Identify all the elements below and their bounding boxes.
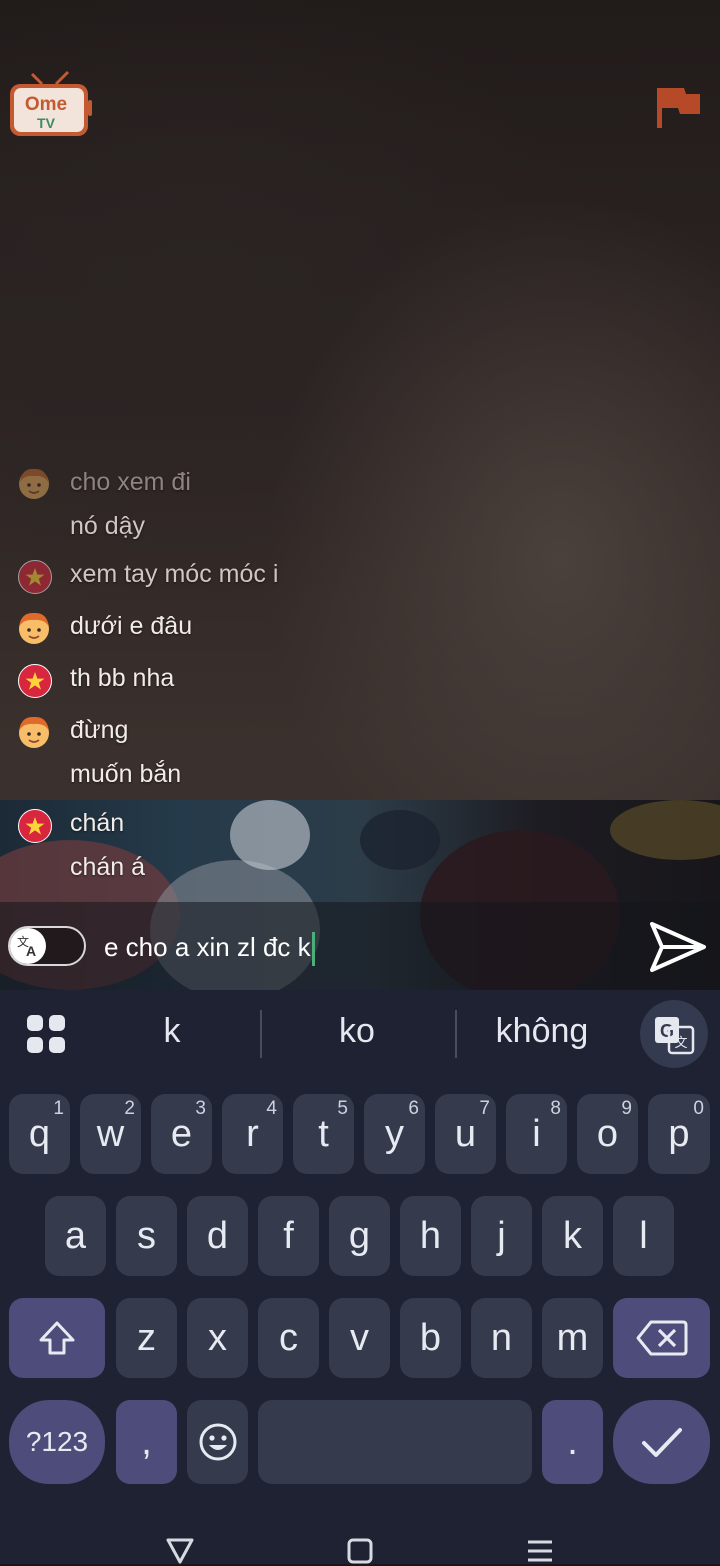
chat-message: chán á [70, 853, 146, 881]
translate-icon: 文 A [10, 928, 46, 964]
soft-keyboard: k ko không G 文 q1 w2 e3 r4 t5 y6 u7 i8 o… [0, 990, 720, 1500]
chat-message-input[interactable]: e cho a xin zl đc k [104, 928, 624, 967]
key-d[interactable]: d [187, 1196, 248, 1276]
system-nav-bar [0, 1500, 720, 1564]
message-input-bar: 文 A e cho a xin zl đc k [0, 902, 720, 990]
chat-message: muốn bắn [70, 760, 182, 788]
suggestion-divider [260, 1010, 262, 1058]
key-y[interactable]: y6 [364, 1094, 425, 1174]
nav-recents-icon[interactable] [525, 1536, 555, 1566]
key-c[interactable]: c [258, 1298, 319, 1378]
key-a[interactable]: a [45, 1196, 106, 1276]
shift-key[interactable] [9, 1298, 105, 1378]
suggestion-item[interactable]: không [452, 1012, 632, 1051]
logo-text-bottom: TV [37, 115, 56, 131]
backspace-icon [636, 1320, 687, 1356]
space-key[interactable] [258, 1400, 532, 1484]
key-e[interactable]: e3 [151, 1094, 212, 1174]
key-g[interactable]: g [329, 1196, 390, 1276]
key-j[interactable]: j [471, 1196, 532, 1276]
send-icon[interactable] [646, 916, 708, 978]
vietnam-flag-icon [18, 664, 52, 698]
key-b[interactable]: b [400, 1298, 461, 1378]
vietnam-flag-icon [18, 560, 52, 594]
key-s[interactable]: s [116, 1196, 177, 1276]
key-v[interactable]: v [329, 1298, 390, 1378]
key-n[interactable]: n [471, 1298, 532, 1378]
emoji-icon [199, 1423, 236, 1461]
svg-text:文: 文 [674, 1036, 687, 1051]
text-caret [311, 932, 315, 967]
backspace-key[interactable] [613, 1298, 710, 1378]
key-w[interactable]: w2 [80, 1094, 141, 1174]
chat-message: cho xem đi [70, 468, 191, 496]
key-h[interactable]: h [400, 1196, 461, 1276]
suggestion-bar: k ko không G 文 [0, 990, 720, 1078]
ome-tv-logo: Ome TV [10, 70, 92, 136]
boy-avatar-icon [19, 468, 49, 499]
vietnam-flag-icon [18, 809, 52, 843]
chat-message: chán [70, 809, 125, 837]
key-o[interactable]: o9 [577, 1094, 638, 1174]
svg-text:G: G [660, 1021, 674, 1041]
nav-home-icon[interactable] [345, 1536, 375, 1566]
google-translate-icon[interactable]: G 文 [640, 1000, 708, 1068]
comma-key[interactable]: , [116, 1400, 177, 1484]
chat-message: dưới e đâu [70, 612, 193, 640]
suggestion-item[interactable]: ko [267, 1012, 447, 1051]
key-t[interactable]: t5 [293, 1094, 354, 1174]
key-f[interactable]: f [258, 1196, 319, 1276]
key-m[interactable]: m [542, 1298, 603, 1378]
shift-icon [39, 1321, 75, 1355]
apps-grid-icon[interactable] [26, 1014, 66, 1054]
check-icon [641, 1428, 682, 1457]
chat-input-value: e cho a xin zl đc k [104, 932, 311, 962]
flag-icon[interactable] [654, 84, 702, 132]
key-z[interactable]: z [116, 1298, 177, 1378]
emoji-key[interactable] [187, 1400, 248, 1484]
boy-avatar-icon [19, 716, 49, 748]
key-x[interactable]: x [187, 1298, 248, 1378]
key-p[interactable]: p0 [648, 1094, 710, 1174]
enter-key[interactable] [613, 1400, 710, 1484]
chat-message: xem tay móc móc i [70, 560, 279, 588]
key-l[interactable]: l [613, 1196, 674, 1276]
chat-message: th bb nha [70, 664, 175, 692]
key-u[interactable]: u7 [435, 1094, 496, 1174]
key-i[interactable]: i8 [506, 1094, 567, 1174]
logo-text-top: Ome [25, 94, 67, 115]
key-k[interactable]: k [542, 1196, 603, 1276]
chat-message: đừng [70, 716, 129, 744]
translate-toggle[interactable]: 文 A [8, 926, 86, 966]
nav-back-icon[interactable] [165, 1536, 195, 1566]
key-q[interactable]: q1 [9, 1094, 70, 1174]
suggestion-item[interactable]: k [82, 1012, 262, 1051]
key-r[interactable]: r4 [222, 1094, 283, 1174]
symbols-key[interactable]: ?123 [9, 1400, 105, 1484]
chat-message: nó dậy [70, 512, 146, 540]
period-key[interactable]: . [542, 1400, 603, 1484]
boy-avatar-icon [19, 612, 49, 644]
svg-text:A: A [26, 943, 36, 959]
